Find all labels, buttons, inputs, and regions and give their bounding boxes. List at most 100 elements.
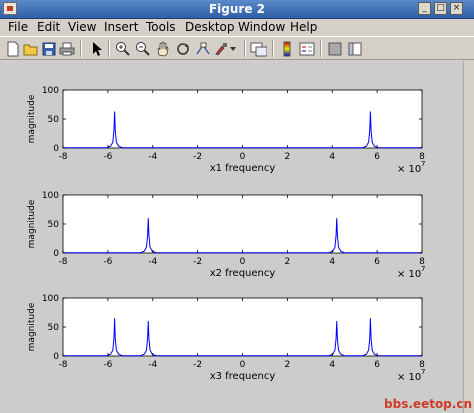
x-tick-label: -2 [193, 257, 202, 267]
show-plot-tools-button[interactable] [346, 40, 363, 57]
pan-button[interactable] [154, 40, 171, 57]
minimize-icon: _ [422, 3, 427, 13]
x-exponent-value: 7 [421, 160, 425, 168]
hide-plot-tools-button[interactable] [326, 40, 343, 57]
x-tick-label: 0 [240, 257, 246, 267]
x-tick-label: -4 [148, 360, 157, 370]
plot-canvas[interactable]: -8 -6 -4 -2 0 2 4 6 8050100x1 frequencymagnitude… [0, 61, 464, 413]
figure-window: Figure 2 _ □ × File Edit View Insert Too… [0, 0, 474, 413]
x-exponent-label: × 10 [397, 372, 421, 383]
maximize-icon: □ [436, 3, 445, 13]
toolbar-separator [272, 40, 274, 57]
menu-insert[interactable]: Insert [104, 20, 138, 34]
x-axis-label: x2 frequency [210, 268, 276, 279]
toolbar-separator [80, 40, 82, 57]
y-axis-label: magnitude [27, 94, 37, 143]
pan-hand-icon [157, 40, 168, 56]
menu-edit[interactable]: Edit [37, 20, 60, 34]
menu-bar: File Edit View Insert Tools Desktop Wind… [0, 19, 474, 36]
print-button[interactable] [58, 40, 75, 57]
minimize-button[interactable]: _ [418, 2, 431, 15]
x-tick-label: -6 [103, 257, 112, 267]
plot-axes[interactable] [62, 297, 423, 357]
x-tick-label: -8 [59, 152, 68, 162]
brush-button[interactable] [212, 40, 229, 57]
y-tick-label: 100 [42, 86, 59, 96]
x-exponent-value: 7 [421, 368, 425, 376]
menu-help[interactable]: Help [290, 20, 317, 34]
x-exponent-value: 7 [421, 265, 425, 273]
toolbar-separator [244, 40, 246, 57]
window-right-edge [463, 61, 474, 413]
x-tick-label: -8 [59, 360, 68, 370]
y-tick-label: 100 [42, 294, 59, 304]
select-arrow-icon [92, 41, 102, 56]
select-button[interactable] [88, 40, 105, 57]
zoom-in-button[interactable] [114, 40, 131, 57]
menu-view[interactable]: View [68, 20, 96, 34]
plot-axes[interactable] [62, 194, 423, 254]
brush-dropdown-button[interactable] [228, 40, 238, 57]
legend-icon [299, 42, 314, 55]
window-title: Figure 2 [208, 2, 266, 16]
hide-plot-tools-icon [328, 42, 341, 55]
zoom-out-button[interactable] [134, 40, 151, 57]
colorbar-button[interactable] [278, 40, 295, 57]
x-tick-label: 2 [285, 360, 291, 370]
x-tick-label: -4 [148, 257, 157, 267]
new-figure-button[interactable] [4, 40, 21, 57]
y-tick-label: 50 [48, 323, 60, 333]
legend-button[interactable] [298, 40, 315, 57]
y-tick-label: 50 [48, 220, 60, 230]
rotate-3d-button[interactable] [174, 40, 191, 57]
x-exponent-label: × 10 [397, 164, 421, 175]
x-exponent-label: × 10 [397, 269, 421, 280]
y-tick-label: 0 [53, 144, 59, 154]
print-icon [59, 42, 74, 55]
y-tick-label: 50 [48, 115, 60, 125]
new-figure-icon [7, 41, 18, 56]
toolbar-separator [108, 40, 110, 57]
save-button[interactable] [40, 40, 57, 57]
zoom-out-icon [135, 41, 150, 56]
close-button[interactable]: × [450, 2, 463, 15]
link-plot-button[interactable] [250, 40, 267, 57]
figure-toolbar [0, 36, 474, 60]
x-tick-label: 2 [285, 152, 291, 162]
menu-tools[interactable]: Tools [146, 20, 176, 34]
close-icon: × [452, 3, 461, 13]
x-tick-label: -6 [103, 152, 112, 162]
zoom-in-icon [115, 41, 130, 56]
menu-desktop[interactable]: Desktop [185, 20, 235, 34]
x-tick-label: 0 [240, 152, 246, 162]
brush-icon [214, 42, 227, 55]
data-cursor-button[interactable] [194, 40, 211, 57]
menu-window[interactable]: Window [238, 20, 285, 34]
title-bar[interactable]: Figure 2 _ □ × [0, 0, 474, 19]
open-file-button[interactable] [22, 40, 39, 57]
x-tick-label: -6 [103, 360, 112, 370]
x-tick-label: -2 [193, 360, 202, 370]
y-tick-label: 0 [53, 352, 59, 362]
x-tick-label: 4 [329, 257, 335, 267]
menu-file[interactable]: File [8, 20, 28, 34]
colorbar-icon [283, 41, 290, 56]
x-tick-label: 2 [285, 257, 291, 267]
data-cursor-icon [196, 42, 209, 54]
rotate-3d-icon [176, 42, 189, 55]
plot-axes[interactable] [62, 89, 423, 149]
x-tick-label: 6 [374, 152, 380, 162]
maximize-button[interactable]: □ [434, 2, 447, 15]
link-plot-icon [250, 42, 267, 56]
chevron-down-icon [230, 46, 236, 51]
show-plot-tools-icon [348, 42, 361, 55]
x-tick-label: 4 [329, 360, 335, 370]
y-axis-label: magnitude [27, 199, 37, 248]
y-tick-label: 100 [42, 191, 59, 201]
y-tick-label: 0 [53, 249, 59, 259]
x-tick-label: -4 [148, 152, 157, 162]
x-axis-label: x1 frequency [210, 163, 276, 174]
x-axis-label: x3 frequency [210, 371, 276, 382]
watermark: bbs.eetop.cn [384, 397, 472, 411]
x-tick-label: -2 [193, 152, 202, 162]
